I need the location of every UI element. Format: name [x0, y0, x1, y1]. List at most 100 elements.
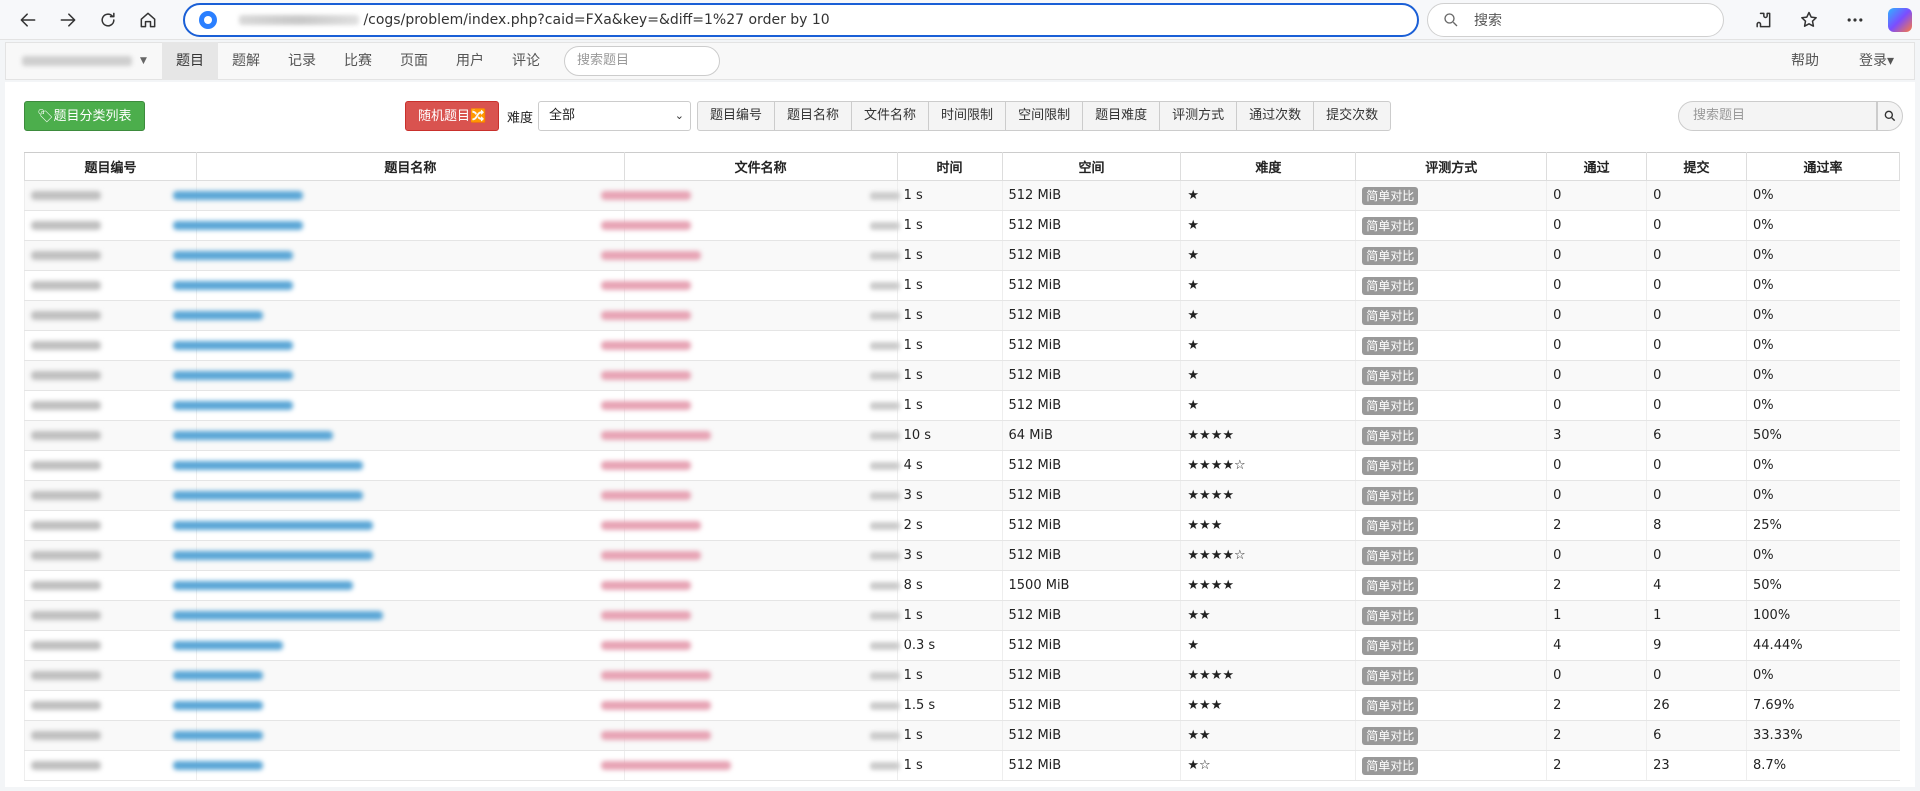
cell-id[interactable] — [24, 480, 197, 511]
problem-search-button[interactable] — [1877, 101, 1903, 131]
cell-name[interactable] — [172, 720, 625, 751]
cell-name[interactable] — [172, 570, 625, 601]
cell-name[interactable] — [172, 180, 625, 211]
more-icon[interactable] — [1832, 2, 1878, 38]
header-judge[interactable]: 评测方式 — [1355, 152, 1548, 181]
redacted-name-link[interactable] — [172, 401, 293, 410]
redacted-name-link[interactable] — [172, 581, 353, 590]
sort-by-id[interactable]: 题目编号 — [698, 102, 776, 130]
cell-name[interactable] — [172, 750, 625, 781]
header-memory[interactable]: 空间 — [1001, 152, 1182, 181]
cell-name[interactable] — [172, 390, 625, 421]
redacted-name-link[interactable] — [172, 491, 363, 500]
cell-name[interactable] — [172, 480, 625, 511]
nav-comments[interactable]: 评论 — [498, 42, 554, 80]
redacted-name-link[interactable] — [172, 311, 263, 320]
cell-id[interactable] — [24, 210, 197, 241]
cell-name[interactable] — [172, 600, 625, 631]
random-problem-button[interactable]: 随机题目🔀 — [405, 101, 500, 131]
header-name[interactable]: 题目名称 — [195, 152, 625, 181]
redacted-name-link[interactable] — [172, 641, 283, 650]
sort-by-name[interactable]: 题目名称 — [775, 102, 853, 130]
header-rate[interactable]: 通过率 — [1746, 152, 1900, 181]
refresh-button[interactable] — [88, 2, 128, 38]
cell-name[interactable] — [172, 510, 625, 541]
sort-by-difficulty[interactable]: 题目难度 — [1083, 102, 1161, 130]
redacted-name-link[interactable] — [172, 221, 303, 230]
cell-name[interactable] — [172, 450, 625, 481]
cell-id[interactable] — [24, 180, 197, 211]
nav-records[interactable]: 记录 — [274, 42, 330, 80]
nav-pages[interactable]: 页面 — [386, 42, 442, 80]
nav-contests[interactable]: 比赛 — [330, 42, 386, 80]
cell-id[interactable] — [24, 360, 197, 391]
difficulty-select[interactable]: 全部 ⌄ — [538, 101, 691, 131]
header-id[interactable]: 题目编号 — [24, 152, 197, 181]
cell-name[interactable] — [172, 300, 625, 331]
sort-by-accepted[interactable]: 通过次数 — [1237, 102, 1315, 130]
cell-id[interactable] — [24, 270, 197, 301]
cell-id[interactable] — [24, 570, 197, 601]
nav-problems[interactable]: 题目 — [162, 42, 218, 80]
browser-search-input[interactable]: 搜索 — [1427, 2, 1725, 37]
cell-id[interactable] — [24, 510, 197, 541]
sort-by-judge[interactable]: 评测方式 — [1160, 102, 1238, 130]
cell-id[interactable] — [24, 450, 197, 481]
cell-id[interactable] — [24, 660, 197, 691]
nav-solutions[interactable]: 题解 — [218, 42, 274, 80]
problem-search-input[interactable]: 搜索题目 — [1678, 101, 1877, 131]
header-time[interactable]: 时间 — [896, 152, 1003, 181]
redacted-name-link[interactable] — [172, 341, 293, 350]
sort-by-time[interactable]: 时间限制 — [929, 102, 1007, 130]
cell-name[interactable] — [172, 690, 625, 721]
nav-login[interactable]: 登录▾ — [1839, 42, 1914, 80]
cell-name[interactable] — [172, 540, 625, 571]
header-file[interactable]: 文件名称 — [623, 152, 898, 181]
nav-search-input[interactable]: 搜索题目 — [564, 46, 720, 76]
copilot-icon[interactable] — [1888, 7, 1913, 32]
category-list-button[interactable]: 🏷题目分类列表 — [24, 101, 145, 131]
cell-id[interactable] — [24, 300, 197, 331]
back-button[interactable] — [8, 2, 48, 38]
redacted-name-link[interactable] — [172, 521, 373, 530]
sort-by-memory[interactable]: 空间限制 — [1006, 102, 1084, 130]
cell-name[interactable] — [172, 420, 625, 451]
nav-help[interactable]: 帮助 — [1771, 42, 1839, 80]
redacted-name-link[interactable] — [172, 761, 263, 770]
header-accepted[interactable]: 通过 — [1546, 152, 1648, 181]
redacted-name-link[interactable] — [172, 611, 383, 620]
forward-button[interactable] — [48, 2, 88, 38]
cell-name[interactable] — [172, 330, 625, 361]
redacted-name-link[interactable] — [172, 251, 293, 260]
cell-name[interactable] — [172, 270, 625, 301]
cell-name[interactable] — [172, 660, 625, 691]
redacted-name-link[interactable] — [172, 461, 363, 470]
home-button[interactable] — [128, 2, 168, 38]
redacted-name-link[interactable] — [172, 431, 333, 440]
cell-id[interactable] — [24, 240, 197, 271]
address-bar[interactable]: /cogs/problem/index.php?caid=FXa&key=&di… — [183, 2, 1420, 37]
redacted-name-link[interactable] — [172, 371, 293, 380]
sort-by-submissions[interactable]: 提交次数 — [1314, 102, 1390, 130]
cell-id[interactable] — [24, 330, 197, 361]
cell-id[interactable] — [24, 600, 197, 631]
redacted-name-link[interactable] — [172, 671, 263, 680]
cell-id[interactable] — [24, 690, 197, 721]
brand-dropdown[interactable]: ▼ — [6, 42, 162, 80]
cell-id[interactable] — [24, 720, 197, 751]
site-settings-icon[interactable] — [199, 10, 218, 29]
cell-id[interactable] — [24, 390, 197, 421]
redacted-name-link[interactable] — [172, 281, 293, 290]
sort-by-file[interactable]: 文件名称 — [852, 102, 930, 130]
nav-users[interactable]: 用户 — [442, 42, 498, 80]
cell-name[interactable] — [172, 360, 625, 391]
redacted-name-link[interactable] — [172, 551, 373, 560]
cell-name[interactable] — [172, 210, 625, 241]
cell-id[interactable] — [24, 630, 197, 661]
redacted-name-link[interactable] — [172, 731, 263, 740]
cell-name[interactable] — [172, 630, 625, 661]
favorites-icon[interactable] — [1786, 2, 1832, 38]
redacted-name-link[interactable] — [172, 191, 303, 200]
cell-id[interactable] — [24, 420, 197, 451]
header-submissions[interactable]: 提交 — [1646, 152, 1748, 181]
